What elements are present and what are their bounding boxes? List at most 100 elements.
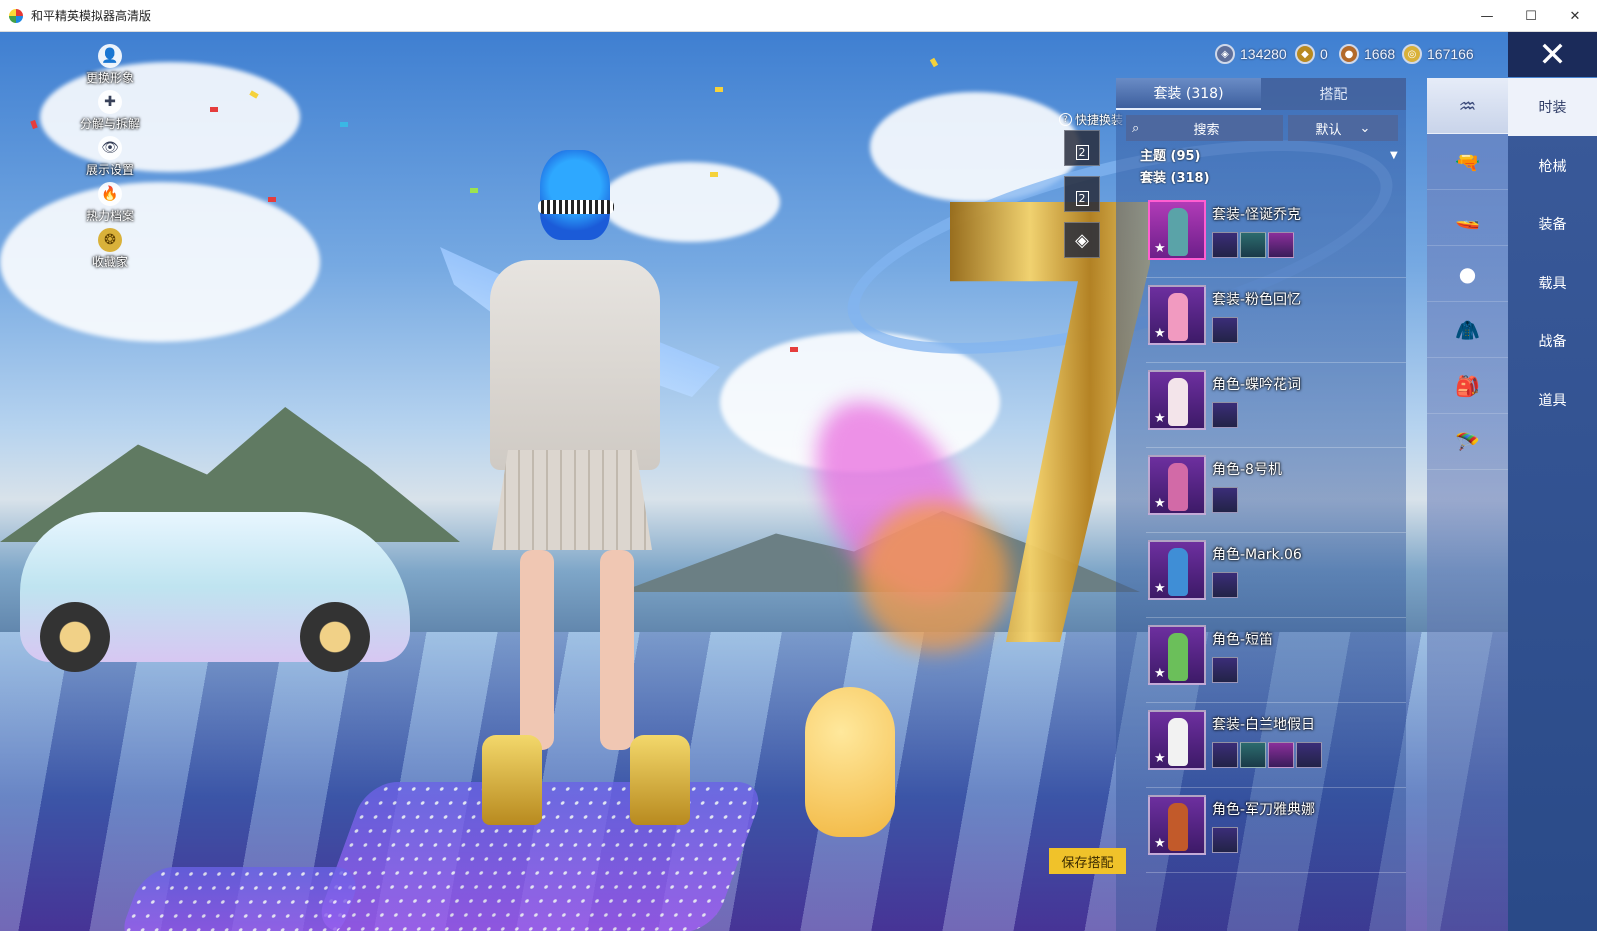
tab-combinations[interactable]: 搭配 (1261, 78, 1406, 110)
outfit-components (1212, 232, 1294, 258)
gold-boot (482, 735, 542, 825)
currency-bronze: ● 1668 (1339, 44, 1395, 64)
outfit-list-item[interactable]: ★ 角色-蝶吟花词 (1146, 366, 1406, 448)
collector-button[interactable]: ❂ 收藏家 (70, 228, 150, 274)
outfit-thumbnail: ★ (1148, 455, 1206, 515)
outfit-component-thumb[interactable] (1268, 232, 1294, 258)
quick-change-slot-1[interactable]: 2 (1064, 130, 1100, 166)
outfit-list-item[interactable]: ★ 角色-8号机 (1146, 451, 1406, 533)
outfit-thumbnail: ★ (1148, 540, 1206, 600)
search-input[interactable]: ⌕ 搜索 (1126, 115, 1283, 141)
player-character (470, 150, 690, 850)
hanger-icon: 2 (1075, 144, 1089, 160)
change-appearance-button[interactable]: 👤 更换形象 (70, 44, 150, 90)
maximize-button[interactable]: ☐ (1509, 0, 1553, 32)
character-skirt (492, 450, 652, 550)
gold-boot (630, 735, 690, 825)
category-tab[interactable]: 道具 (1508, 371, 1597, 429)
subcategory-backpack[interactable]: 🎒 (1427, 358, 1508, 414)
subcategory-jacket[interactable]: 🧥 (1427, 302, 1508, 358)
outfit-component-thumb[interactable] (1212, 232, 1238, 258)
outfit-component-thumb[interactable] (1268, 742, 1294, 768)
confetti (715, 87, 723, 92)
filter-dropdown-arrow[interactable]: ▼ (1390, 150, 1398, 161)
subcategory-red-ball[interactable]: ● (1427, 246, 1508, 302)
filter-outfits[interactable]: 套装 (318) (1140, 167, 1210, 186)
car-wheel (40, 602, 110, 672)
collector-badge-icon: ❂ (98, 228, 122, 252)
outfit-name: 角色-8号机 (1212, 462, 1282, 478)
outfit-list-item[interactable]: ★ 角色-军刀雅典娜 (1146, 791, 1406, 873)
confetti (929, 57, 939, 68)
outfit-components (1212, 742, 1322, 768)
tab-outfits[interactable]: 套装 (318) (1116, 78, 1261, 110)
outfit-component-thumb[interactable] (1212, 402, 1238, 428)
quick-change-slot-2[interactable]: 2 (1064, 176, 1100, 212)
weapon-skin-icon: 🔫 (1455, 149, 1480, 174)
star-icon: ★ (1154, 496, 1166, 511)
outfit-list-item[interactable]: ★ 角色-Mark.06 (1146, 536, 1406, 618)
currency-token: ◆ 0 (1295, 44, 1328, 64)
outfit-figure (1168, 378, 1188, 426)
outfit-components (1212, 487, 1238, 513)
category-tab[interactable]: 载具 (1508, 254, 1597, 312)
outfit-tabs: 套装 (318) 搭配 (1116, 78, 1406, 110)
diamond-icon: ◈ (1075, 229, 1089, 251)
vehicle-skin-icon: 🚤 (1455, 205, 1480, 230)
outfit-list-item[interactable]: ★ 套装-粉色回忆 (1146, 281, 1406, 363)
outfit-component-thumb[interactable] (1212, 657, 1238, 683)
yellow-pet (805, 687, 895, 837)
outfit-thumbnail: ★ (1148, 795, 1206, 855)
outfit-component-thumb[interactable] (1212, 317, 1238, 343)
currency-value: 167166 (1427, 46, 1474, 62)
diamond-outfit-button[interactable]: ◈ (1064, 222, 1100, 258)
subcategory-fashion-wardrobe[interactable]: ♒ (1427, 78, 1508, 134)
outfit-component-thumb[interactable] (1212, 827, 1238, 853)
outfit-component-thumb[interactable] (1240, 232, 1266, 258)
outfit-figure (1168, 633, 1188, 681)
person-icon: 👤 (98, 44, 122, 68)
category-tab[interactable]: 时装 (1508, 78, 1597, 136)
minimize-button[interactable]: — (1465, 0, 1509, 32)
window-close-button[interactable]: ✕ (1553, 0, 1597, 32)
outfit-components (1212, 657, 1238, 683)
filter-theme[interactable]: 主题 (95) (1140, 145, 1201, 164)
character-visor (538, 200, 614, 214)
outfit-thumbnail: ★ (1148, 200, 1206, 260)
outfit-list-item[interactable]: ★ 套装-怪诞乔克 (1146, 196, 1406, 278)
outfit-component-thumb[interactable] (1296, 742, 1322, 768)
heat-profile-button[interactable]: 🔥 热力档案 (70, 182, 150, 228)
category-tab[interactable]: 装备 (1508, 195, 1597, 253)
outfit-list-item[interactable]: ★ 套装-白兰地假日 (1146, 706, 1406, 788)
category-tab[interactable]: 枪械 (1508, 137, 1597, 195)
close-wardrobe-button[interactable]: ✕ (1508, 32, 1597, 77)
gold-coin-icon: ◎ (1402, 44, 1422, 64)
outfit-component-thumb[interactable] (1212, 487, 1238, 513)
subcategory-glider[interactable]: 🪂 (1427, 414, 1508, 470)
category-tab[interactable]: 战备 (1508, 312, 1597, 370)
outfit-name: 角色-军刀雅典娜 (1212, 802, 1316, 818)
subcategory-weapon-skin[interactable]: 🔫 (1427, 134, 1508, 190)
outfit-component-thumb[interactable] (1240, 742, 1266, 768)
confetti (790, 347, 798, 352)
left-side-menu: 👤 更换形象 ✚ 分解与拆解 👁 展示设置 🔥 热力档案 ❂ 收藏家 (70, 44, 150, 274)
character-head (540, 150, 610, 240)
display-settings-button[interactable]: 👁 展示设置 (70, 136, 150, 182)
disassemble-button[interactable]: ✚ 分解与拆解 (70, 90, 150, 136)
window-titlebar: 和平精英模拟器高清版 — ☐ ✕ (0, 0, 1597, 32)
outfit-component-thumb[interactable] (1212, 742, 1238, 768)
confetti (268, 197, 276, 202)
save-combination-button[interactable]: 保存搭配 (1049, 848, 1126, 874)
outfit-figure (1168, 463, 1188, 511)
jacket-icon: 🧥 (1455, 317, 1480, 342)
sort-dropdown[interactable]: 默认 ⌄ (1288, 115, 1398, 141)
confetti (470, 188, 478, 193)
outfit-component-thumb[interactable] (1212, 572, 1238, 598)
outfit-list-item[interactable]: ★ 角色-短笛 (1146, 621, 1406, 703)
quick-change-header[interactable]: ? 快捷换装 (1059, 111, 1123, 128)
confetti (340, 122, 348, 127)
subcategory-vehicle-skin[interactable]: 🚤 (1427, 190, 1508, 246)
flame-icon: 🔥 (98, 182, 122, 206)
outfit-figure (1168, 548, 1188, 596)
outfit-components (1212, 402, 1238, 428)
